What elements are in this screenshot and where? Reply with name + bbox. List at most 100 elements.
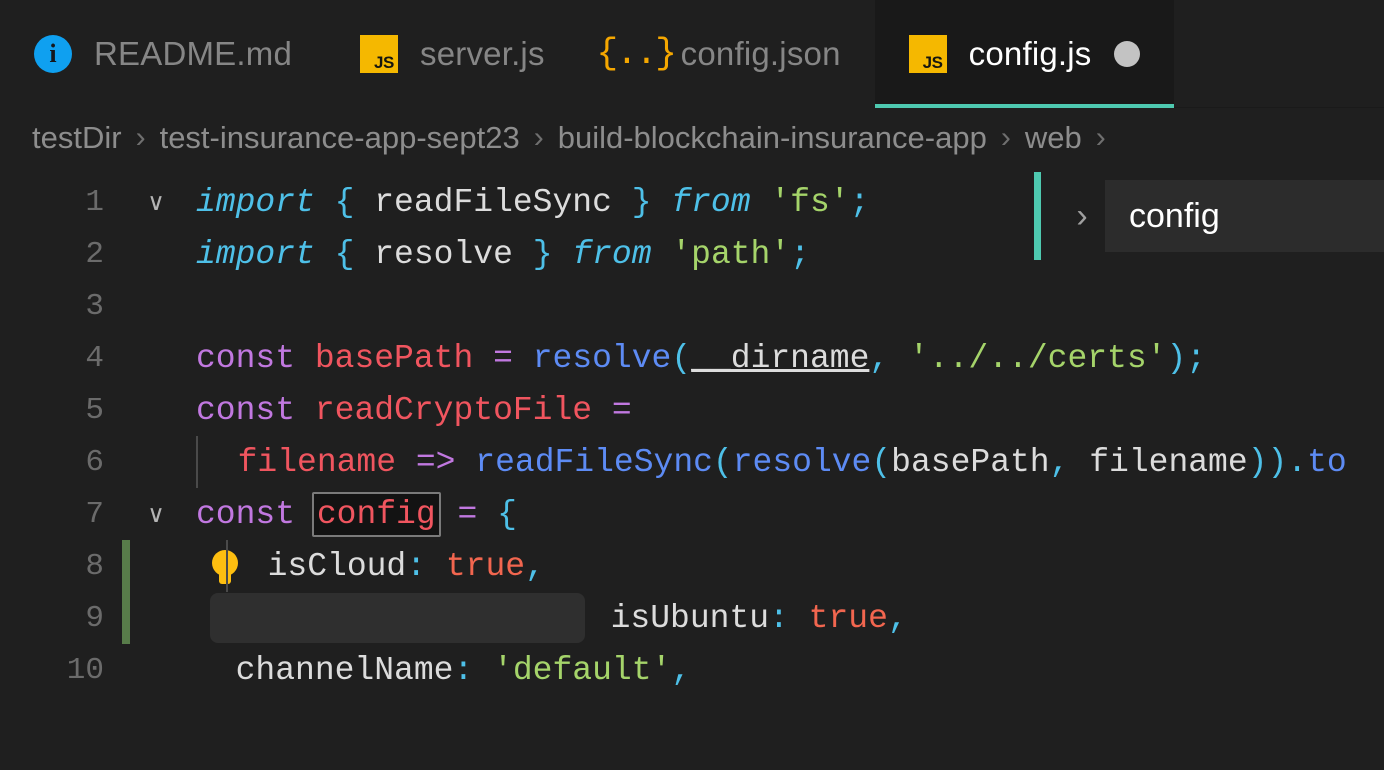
code-token: resolve — [354, 235, 533, 273]
code-token: , — [671, 651, 692, 689]
line-content[interactable]: const basePath = resolve(__dirname, '../… — [182, 332, 1384, 384]
tab-config-js[interactable]: JS config.js — [874, 0, 1174, 108]
code-token: 'fs' — [770, 183, 850, 221]
code-token: to — [1307, 443, 1347, 481]
line-number: 7 — [85, 496, 104, 532]
code-token: ; — [790, 235, 810, 273]
code-token: import — [196, 183, 315, 221]
breadcrumb-symbol-popup[interactable]: › config — [1034, 172, 1384, 260]
code-token: readCryptoFile — [314, 391, 593, 429]
unsaved-changes-dot[interactable] — [1113, 41, 1140, 67]
breadcrumb-item-test-insurance-app-sept23[interactable]: test-insurance-app-sept23 — [160, 120, 520, 156]
code-token: const — [196, 339, 296, 377]
git-gutter-empty — [122, 436, 130, 488]
code-token: = — [457, 495, 478, 533]
code-token: from — [572, 235, 652, 273]
code-line[interactable]: 4 const basePath = resolve(__dirname, '..… — [0, 332, 1384, 384]
tab-label: README.md — [94, 35, 292, 72]
line-content[interactable]: isCloud: true, — [182, 540, 1384, 592]
line-content[interactable]: filename => readFileSync(resolve(basePat… — [182, 436, 1384, 488]
tab-server-js[interactable]: JS server.js — [326, 0, 579, 108]
code-token: resolve — [532, 339, 672, 377]
line-content[interactable]: isUbuntu: true, — [182, 592, 1384, 644]
code-token: : — [769, 599, 789, 637]
editor-window: i README.md JS server.js {..} config.json JS co… — [0, 0, 1384, 770]
line-number: 1 — [85, 184, 104, 220]
git-gutter-empty — [122, 176, 130, 228]
code-token: const — [196, 391, 296, 429]
breadcrumb-item-build-blockchain-insurance-app[interactable]: build-blockchain-insurance-app — [558, 120, 987, 156]
line-content[interactable]: const readCryptoFile = — [182, 384, 1384, 436]
code-token: __dirname — [691, 339, 870, 377]
code-token: ; — [849, 183, 870, 221]
code-token: import — [196, 235, 315, 273]
breadcrumb-item-testdir[interactable]: testDir — [32, 120, 122, 156]
code-line[interactable]: 3 — [0, 280, 1384, 332]
code-token: true — [808, 599, 888, 637]
code-line[interactable]: 6 filename => readFileSync(resolve(baseP… — [0, 436, 1384, 488]
code-token: '../../certs' — [909, 339, 1167, 377]
line-number: 9 — [85, 600, 104, 636]
breadcrumb: testDir › test-insurance-app-sept23 › build-… — [0, 108, 1384, 168]
tab-readme-md[interactable]: i README.md — [0, 0, 326, 108]
code-line[interactable]: 9 isUbuntu: true, — [0, 592, 1384, 644]
word-occurrence-highlight: config — [311, 491, 441, 537]
javascript-icon: JS — [360, 35, 398, 73]
code-token: ( — [712, 443, 733, 481]
breadcrumb-item-web[interactable]: web — [1025, 120, 1082, 156]
code-token: basePath — [891, 443, 1050, 481]
tab-label: config.json — [680, 35, 841, 72]
code-token: = — [611, 391, 632, 429]
code-token: from — [671, 183, 751, 221]
line-content[interactable]: const config = { — [182, 488, 1384, 540]
code-line[interactable]: 5 const readCryptoFile = — [0, 384, 1384, 436]
code-token: basePath — [314, 339, 474, 377]
git-gutter-empty — [122, 488, 130, 540]
breadcrumb-separator-icon: › — [135, 121, 146, 154]
code-line[interactable]: 10 channelName: 'default', — [0, 644, 1384, 696]
tab-config-json[interactable]: {..} config.json — [578, 0, 875, 108]
tab-bar: i README.md JS server.js {..} config.json JS co… — [0, 0, 1384, 108]
code-token: ( — [671, 339, 692, 377]
markdown-info-icon: i — [34, 35, 72, 73]
code-token: ; — [1186, 339, 1207, 377]
code-token: readFileSync — [354, 183, 632, 221]
tab-label: server.js — [420, 35, 545, 72]
code-token: readFileSync — [475, 443, 713, 481]
fold-chevron-down-icon[interactable]: ∨ — [130, 188, 182, 217]
code-token: => — [415, 443, 456, 481]
git-modified-marker — [122, 592, 130, 644]
code-token: )) — [1247, 443, 1288, 481]
code-line[interactable]: 7 ∨ const config = { — [0, 488, 1384, 540]
code-line[interactable]: 8 isCloud: true, — [0, 540, 1384, 592]
code-token: : — [453, 651, 474, 689]
code-token: { — [334, 235, 355, 273]
line-content[interactable] — [182, 280, 1384, 332]
fold-chevron-down-icon[interactable]: ∨ — [130, 500, 182, 529]
line-number: 3 — [85, 288, 104, 324]
code-token: } — [532, 235, 553, 273]
code-token: 'path' — [671, 235, 791, 273]
code-token: ) — [1166, 339, 1187, 377]
code-token: true — [445, 547, 526, 585]
popup-symbol-config[interactable]: config — [1105, 180, 1384, 252]
chevron-right-icon: › — [1076, 196, 1088, 235]
git-gutter-empty — [122, 384, 130, 436]
line-content[interactable]: channelName: 'default', — [182, 644, 1384, 696]
code-token: , — [869, 339, 890, 377]
